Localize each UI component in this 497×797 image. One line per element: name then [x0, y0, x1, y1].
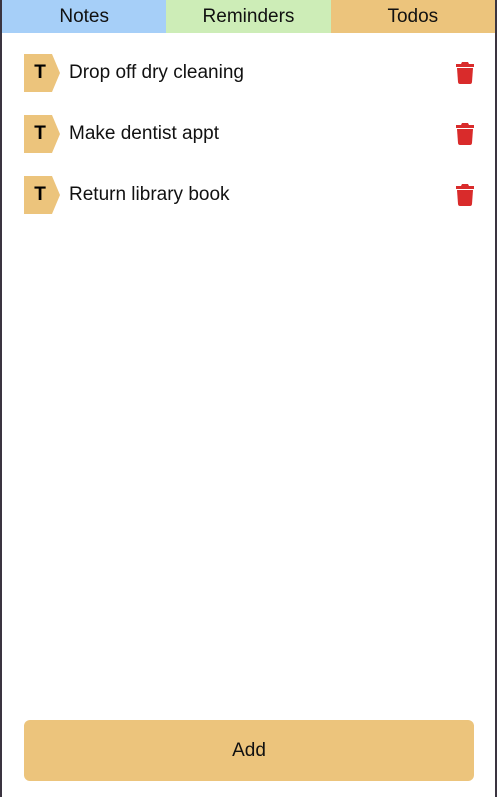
tab-bar: Notes Reminders Todos: [2, 0, 495, 33]
trash-icon[interactable]: [454, 183, 476, 207]
tab-notes[interactable]: Notes: [2, 0, 167, 33]
todo-text: Return library book: [69, 184, 230, 205]
trash-icon[interactable]: [454, 61, 476, 85]
todo-tag: T: [24, 176, 60, 214]
trash-icon[interactable]: [454, 122, 476, 146]
todo-item: T Drop off dry cleaning: [24, 54, 476, 92]
todo-item: T Make dentist appt: [24, 115, 476, 153]
tab-reminders[interactable]: Reminders: [166, 0, 331, 33]
tag-letter: T: [34, 184, 46, 205]
todo-tag: T: [24, 54, 60, 92]
todo-item: T Return library book: [24, 176, 476, 214]
tag-letter: T: [34, 123, 46, 144]
add-button[interactable]: Add: [24, 720, 474, 781]
todo-text: Drop off dry cleaning: [69, 62, 244, 83]
todo-tag: T: [24, 115, 60, 153]
tab-todos[interactable]: Todos: [330, 0, 495, 33]
todo-text: Make dentist appt: [69, 123, 219, 144]
tag-letter: T: [34, 62, 46, 83]
app-window: Notes Reminders Todos T Drop off dry cle…: [2, 0, 495, 797]
